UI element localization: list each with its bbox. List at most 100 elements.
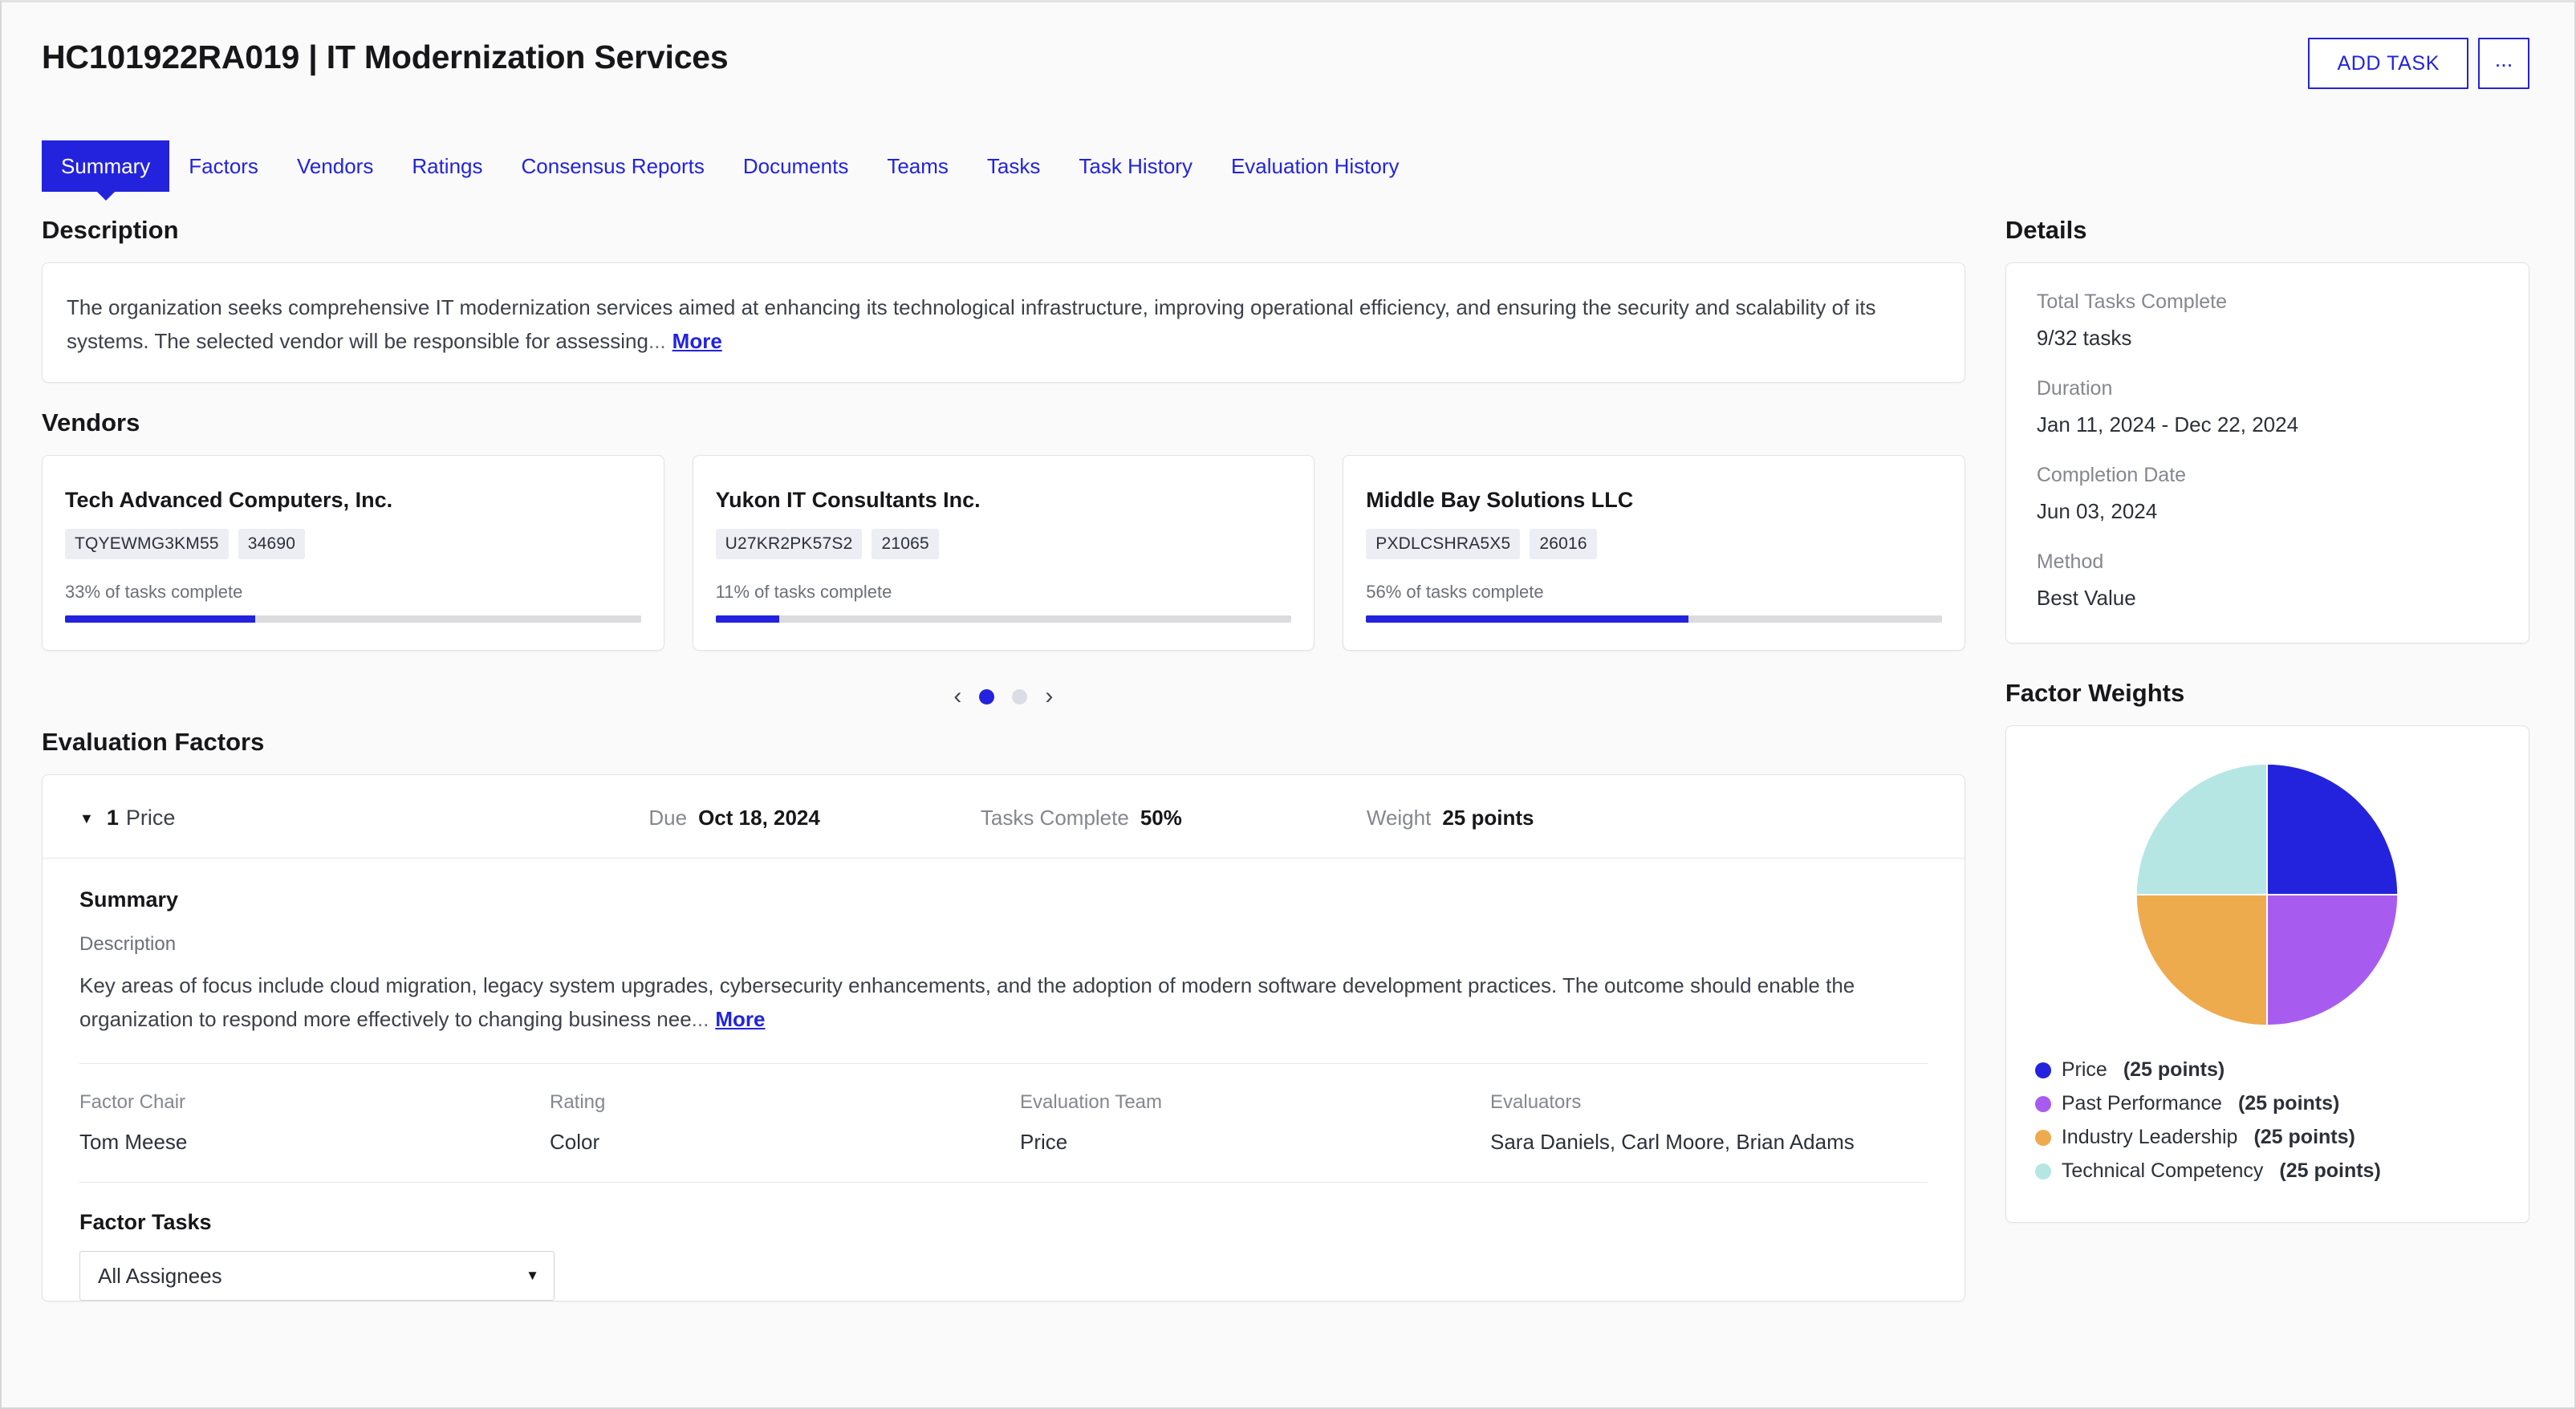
- tab-factors[interactable]: Factors: [169, 140, 278, 192]
- detail-label-method: Method: [2036, 550, 2104, 573]
- legend-swatch-industry-leadership: [2034, 1129, 2051, 1146]
- factor-tasks-heading: Factor Tasks: [79, 1210, 212, 1235]
- factor-header-row[interactable]: ▼ 1 Price Due Oct 18, 2024 Tasks Complet…: [43, 775, 1965, 859]
- carousel-dot-2[interactable]: [1012, 688, 1028, 704]
- factor-due: Due Oct 18, 2024: [648, 806, 819, 830]
- description-more-link[interactable]: More: [672, 329, 722, 353]
- vendor-name: Tech Advanced Computers, Inc.: [65, 488, 393, 513]
- tab-consensus-reports[interactable]: Consensus Reports: [502, 140, 724, 192]
- factor-evaluators-label: Evaluators: [1490, 1091, 1582, 1114]
- factor-header-inner: ▼ 1 Price Due Oct 18, 2024 Tasks Complet…: [79, 806, 1928, 830]
- tab-task-history[interactable]: Task History: [1059, 140, 1212, 192]
- tab-evaluation-history[interactable]: Evaluation History: [1212, 140, 1419, 192]
- details-heading: Details: [2005, 216, 2087, 244]
- main-column: Description The organization seeks compr…: [2, 216, 2005, 1302]
- vendor-id-chip: 26016: [1530, 529, 1597, 560]
- factor-tasks-complete: Tasks Complete 50%: [981, 806, 1182, 830]
- legend-label-price: Price: [2061, 1058, 2107, 1081]
- factor-rating-value: Color: [550, 1130, 600, 1155]
- detail-label-completion-date: Completion Date: [2036, 464, 2187, 486]
- legend-item-past-performance: Past Performance (25 points): [2034, 1092, 2500, 1115]
- pie-slice-technical-competency[interactable]: [2135, 762, 2269, 896]
- factor-info-cell-chair: Factor Chair Tom Meese: [79, 1091, 550, 1155]
- factor-weights-heading: Factor Weights: [2005, 679, 2185, 707]
- detail-value-total-tasks: 9/32 tasks: [2036, 326, 2132, 350]
- vendor-code-chip: PXDLCSHRA5X5: [1366, 529, 1521, 560]
- chevron-down-icon[interactable]: ▼: [79, 811, 94, 826]
- factor-name: Price: [125, 806, 176, 830]
- factor-description-ellipsis: ...: [691, 1007, 709, 1032]
- pie-legend: Price (25 points) Past Performance (25 p…: [2034, 1058, 2500, 1183]
- pie-slice-price[interactable]: [2266, 762, 2399, 896]
- legend-swatch-price: [2034, 1062, 2051, 1078]
- vendor-card-list: Tech Advanced Computers, Inc. TQYEWMG3KM…: [42, 455, 1965, 652]
- vendor-chips: U27KR2PK57S2 21065: [715, 529, 1292, 560]
- more-actions-icon[interactable]: ...: [2478, 38, 2529, 89]
- carousel-next-icon[interactable]: ›: [1045, 684, 1053, 709]
- vendor-progress-label: 33% of tasks complete: [65, 582, 243, 603]
- vendor-code-chip: U27KR2PK57S2: [715, 529, 863, 560]
- carousel-dot-1[interactable]: [979, 688, 995, 704]
- legend-points-technical-competency: (25 points): [2279, 1159, 2381, 1182]
- vendor-card[interactable]: Yukon IT Consultants Inc. U27KR2PK57S2 2…: [692, 455, 1315, 652]
- vendor-progress-label: 11% of tasks complete: [715, 582, 892, 603]
- factor-summary-heading: Summary: [79, 887, 179, 912]
- page-title: HC101922RA019 | IT Modernization Service…: [42, 39, 729, 75]
- tab-vendors[interactable]: Vendors: [278, 140, 392, 192]
- vendor-chips: TQYEWMG3KM55 34690: [65, 529, 641, 560]
- vendor-progress-fill: [715, 615, 779, 623]
- detail-value-completion-date: Jun 03, 2024: [2036, 499, 2158, 523]
- factor-team-value: Price: [1020, 1130, 1068, 1155]
- vendors-heading: Vendors: [42, 408, 140, 437]
- tab-bar: Summary Factors Vendors Ratings Consensu…: [2, 140, 2574, 192]
- factor-description-more-link[interactable]: More: [715, 1007, 765, 1031]
- details-card: Total Tasks Complete 9/32 tasks Duration…: [2005, 262, 2529, 644]
- factor-number: 1: [106, 806, 119, 830]
- factor-divider-2: [79, 1182, 1928, 1184]
- assignee-filter-select[interactable]: All Assignees ▼: [79, 1251, 555, 1301]
- legend-swatch-past-performance: [2034, 1095, 2051, 1112]
- tab-tasks[interactable]: Tasks: [968, 140, 1059, 192]
- carousel-prev-icon[interactable]: ‹: [953, 684, 961, 709]
- factor-chair-label: Factor Chair: [79, 1091, 186, 1114]
- description-heading: Description: [42, 216, 179, 244]
- pie-slice-past-performance[interactable]: [2266, 893, 2399, 1027]
- legend-swatch-technical-competency: [2034, 1163, 2051, 1180]
- factor-weight-value: 25 points: [1442, 806, 1534, 830]
- pie-slice-industry-leadership[interactable]: [2135, 893, 2269, 1027]
- factor-info-cell-team: Evaluation Team Price: [1020, 1091, 1490, 1155]
- factor-chair-value: Tom Meese: [79, 1130, 188, 1155]
- factor-card: ▼ 1 Price Due Oct 18, 2024 Tasks Complet…: [42, 774, 1965, 1302]
- factor-info-grid: Factor Chair Tom Meese Rating Color Eval…: [79, 1064, 1928, 1155]
- pie-chart-wrap: [2035, 758, 2500, 1031]
- factor-info-cell-evaluators: Evaluators Sara Daniels, Carl Moore, Bri…: [1490, 1091, 1855, 1155]
- vendor-card[interactable]: Tech Advanced Computers, Inc. TQYEWMG3KM…: [42, 455, 664, 652]
- vendor-chips: PXDLCSHRA5X5 26016: [1366, 529, 1942, 560]
- tab-summary[interactable]: Summary: [42, 140, 170, 192]
- factor-weight-label: Weight: [1366, 806, 1432, 830]
- add-task-button[interactable]: ADD TASK: [2308, 38, 2468, 89]
- factor-body: Summary Description Key areas of focus i…: [43, 859, 1965, 1301]
- description-ellipsis: ...: [648, 329, 666, 354]
- vendor-progress-bar: [715, 615, 1292, 623]
- factor-weight: Weight 25 points: [1367, 806, 1534, 830]
- factor-due-value: Oct 18, 2024: [698, 806, 820, 830]
- vendor-id-chip: 21065: [872, 529, 939, 560]
- vendor-id-chip: 34690: [238, 529, 306, 560]
- factor-tasks-complete-label: Tasks Complete: [980, 806, 1129, 830]
- factor-team-label: Evaluation Team: [1020, 1091, 1162, 1114]
- factor-description-block: Key areas of focus include cloud migrati…: [79, 968, 1928, 1036]
- description-text-block: The organization seeks comprehensive IT …: [67, 290, 1940, 358]
- detail-label-total-tasks: Total Tasks Complete: [2036, 290, 2228, 313]
- page-header: HC101922RA019 | IT Modernization Service…: [2, 2, 2574, 140]
- vendor-progress-bar: [65, 615, 641, 623]
- factor-info-cell-rating: Rating Color: [550, 1091, 1020, 1155]
- side-column: Details Total Tasks Complete 9/32 tasks …: [2005, 216, 2574, 1223]
- tab-documents[interactable]: Documents: [724, 140, 868, 192]
- tab-teams[interactable]: Teams: [867, 140, 968, 192]
- description-text: The organization seeks comprehensive IT …: [67, 295, 1876, 354]
- tab-ratings[interactable]: Ratings: [392, 140, 502, 192]
- legend-label-technical-competency: Technical Competency: [2061, 1159, 2264, 1182]
- vendor-card[interactable]: Middle Bay Solutions LLC PXDLCSHRA5X5 26…: [1343, 455, 1965, 652]
- factor-rating-label: Rating: [550, 1091, 606, 1114]
